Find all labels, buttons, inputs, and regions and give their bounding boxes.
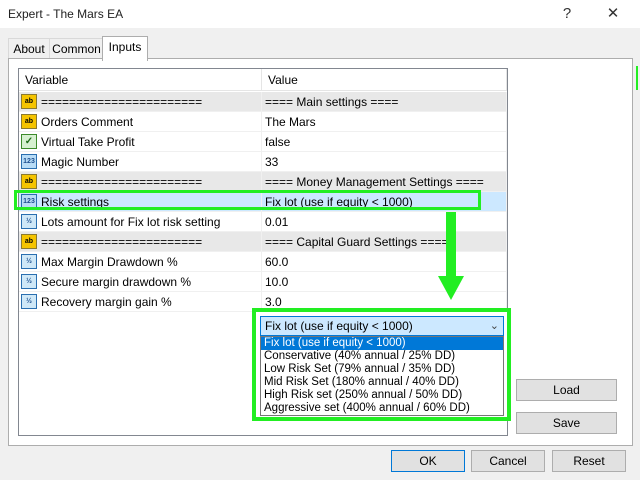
variable-cell: ab ======================= (19, 172, 262, 192)
value-cell[interactable]: false (262, 132, 507, 152)
ab-icon: ab (21, 94, 37, 109)
risk-settings-combobox[interactable]: Fix lot (use if equity < 1000) ⌄ (260, 316, 504, 336)
separator-row[interactable]: ab ======================= ==== Main setti… (19, 92, 507, 112)
help-icon[interactable]: ? (556, 4, 578, 24)
dropdown-option[interactable]: High Risk set (250% annual / 50% DD) (261, 389, 503, 402)
value-cell[interactable]: ==== Money Management Settings ==== (262, 172, 507, 192)
bool-icon: ✓ (21, 134, 37, 149)
variable-name: Virtual Take Profit (41, 135, 135, 149)
value-cell[interactable]: 10.0 (262, 272, 507, 292)
variable-name: Max Margin Drawdown % (41, 255, 178, 269)
variable-name: ======================= (41, 175, 203, 189)
value-cell[interactable]: ==== Main settings ==== (262, 92, 507, 112)
variable-name: Orders Comment (41, 115, 134, 129)
ab-icon: ab (21, 234, 37, 249)
value-cell[interactable]: ==== Capital Guard Settings ==== (262, 232, 507, 252)
variable-cell: ½ Recovery margin gain % (19, 292, 262, 312)
table-row[interactable]: ✓ Virtual Take Profit false (19, 132, 507, 152)
table-row[interactable]: ½ Secure margin drawdown % 10.0 (19, 272, 507, 292)
reset-button[interactable]: Reset (552, 450, 626, 472)
dropdown-list: Fix lot (use if equity < 1000) Conservati… (260, 336, 504, 416)
variable-name: Lots amount for Fix lot risk setting (41, 215, 221, 229)
window-title: Expert - The Mars EA (8, 7, 124, 21)
title-bar: Expert - The Mars EA ? ✕ (0, 0, 640, 28)
ab-icon: ab (21, 174, 37, 189)
table-row[interactable]: ab Orders Comment The Mars (19, 112, 507, 132)
cancel-button[interactable]: Cancel (471, 450, 545, 472)
dropdown-option[interactable]: Fix lot (use if equity < 1000) (261, 337, 503, 350)
save-button[interactable]: Save (516, 412, 617, 434)
edge-marker (636, 66, 638, 90)
close-icon[interactable]: ✕ (602, 4, 624, 24)
column-header-value[interactable]: Value (262, 69, 507, 91)
value-cell[interactable]: 0.01 (262, 212, 507, 232)
ab-icon: ab (21, 114, 37, 129)
value-cell[interactable]: 60.0 (262, 252, 507, 272)
variable-cell: 123 Magic Number (19, 152, 262, 172)
variable-cell: ½ Max Margin Drawdown % (19, 252, 262, 272)
tab-inputs[interactable]: Inputs (102, 36, 148, 61)
variable-name: Recovery margin gain % (41, 295, 172, 309)
variable-name: Secure margin drawdown % (41, 275, 192, 289)
arrow-shaft (446, 212, 456, 280)
table-row[interactable]: 123 Magic Number 33 (19, 152, 507, 172)
ok-button[interactable]: OK (391, 450, 465, 472)
double-icon: ½ (21, 294, 37, 309)
tab-about[interactable]: About (8, 38, 50, 59)
column-header-variable[interactable]: Variable (19, 69, 262, 91)
variable-cell: ½ Secure margin drawdown % (19, 272, 262, 292)
integer-icon: 123 (21, 154, 37, 169)
variable-name: ======================= (41, 95, 203, 109)
arrow-down-icon (438, 276, 464, 300)
double-icon: ½ (21, 254, 37, 269)
table-row[interactable]: ½ Lots amount for Fix lot risk setting 0.0… (19, 212, 507, 232)
tab-common[interactable]: Common (49, 38, 104, 59)
double-icon: ½ (21, 214, 37, 229)
separator-row[interactable]: ab ======================= ==== Money Mana… (19, 172, 507, 192)
value-cell[interactable]: The Mars (262, 112, 507, 132)
combobox-value: Fix lot (use if equity < 1000) (265, 319, 413, 333)
variable-name: ======================= (41, 235, 203, 249)
risk-settings-highlight (14, 190, 481, 210)
double-icon: ½ (21, 274, 37, 289)
value-cell[interactable]: 33 (262, 152, 507, 172)
table-row[interactable]: ½ Max Margin Drawdown % 60.0 (19, 252, 507, 272)
chevron-down-icon[interactable]: ⌄ (490, 317, 499, 335)
dropdown-option[interactable]: Low Risk Set (79% annual / 35% DD) (261, 363, 503, 376)
variable-cell: ab Orders Comment (19, 112, 262, 132)
dropdown-option[interactable]: Aggressive set (400% annual / 60% DD) (261, 402, 503, 415)
dropdown-option[interactable]: Conservative (40% annual / 25% DD) (261, 350, 503, 363)
load-button[interactable]: Load (516, 379, 617, 401)
separator-row[interactable]: ab ======================= ==== Capital Gu… (19, 232, 507, 252)
dropdown-option[interactable]: Mid Risk Set (180% annual / 40% DD) (261, 376, 503, 389)
variable-cell: ½ Lots amount for Fix lot risk setting (19, 212, 262, 232)
variable-cell: ✓ Virtual Take Profit (19, 132, 262, 152)
variable-cell: ab ======================= (19, 92, 262, 112)
variable-name: Magic Number (41, 155, 120, 169)
variable-cell: ab ======================= (19, 232, 262, 252)
